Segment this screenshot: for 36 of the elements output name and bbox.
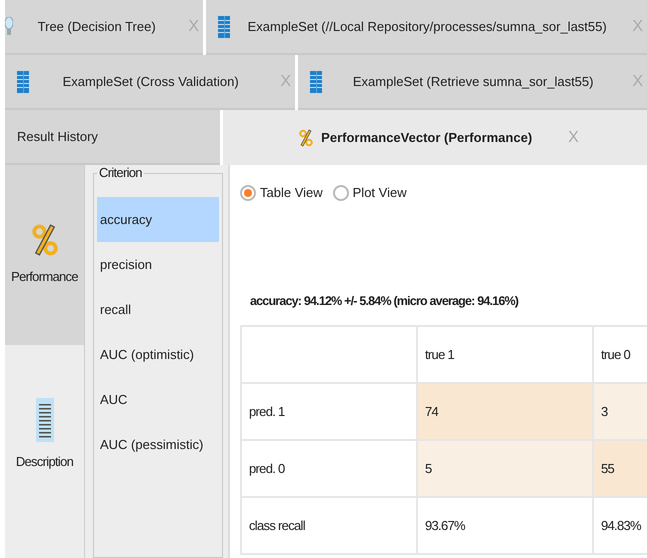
radio-icon[interactable] <box>332 184 349 201</box>
criterion-item[interactable]: precision <box>97 242 219 287</box>
document-icon <box>36 398 54 442</box>
table-cell: 93.67% <box>417 497 593 554</box>
view-radio[interactable]: Plot View <box>332 183 407 202</box>
accuracy-summary: accuracy: 94.12% +/- 5.84% (micro average: 94.16%) <box>250 293 520 310</box>
radio-icon[interactable] <box>240 184 256 201</box>
table-icon <box>17 70 29 92</box>
view-tab[interactable]: Description <box>5 345 84 525</box>
table-icon <box>218 16 230 38</box>
tab-label: ExampleSet (//Local Repository/processes/sumna_sor_last55) <box>246 18 608 36</box>
table-cell: 55 <box>593 440 647 497</box>
table-cell: 3 <box>593 383 647 440</box>
tab-label: Result History <box>17 128 98 146</box>
percent-icon <box>299 128 314 146</box>
view-tab[interactable]: Performance <box>5 165 84 345</box>
tab-label: Tree (Decision Tree) <box>36 18 157 36</box>
criterion-item[interactable]: accuracy <box>97 197 219 242</box>
criterion-item[interactable]: AUC (optimistic) <box>97 332 219 377</box>
table-cell: 5 <box>417 440 593 497</box>
percent-icon <box>32 223 58 258</box>
tab-label: PerformanceVector (Performance) <box>321 128 532 147</box>
row-header: class recall <box>241 497 417 554</box>
criterion-item[interactable]: AUC <box>97 377 219 422</box>
criterion-item[interactable]: AUC (pessimistic) <box>97 422 219 467</box>
tab-label: ExampleSet (Retrieve sumna_sor_last55) <box>352 72 594 91</box>
tab-label: ExampleSet (Cross Validation) <box>62 72 240 91</box>
lightbulb-icon <box>5 16 13 36</box>
table-cell: 74 <box>417 383 593 440</box>
view-radio[interactable]: Table View <box>240 183 323 202</box>
criterion-item[interactable]: recall <box>97 287 219 332</box>
table-icon <box>310 70 322 92</box>
tab[interactable]: PerformanceVector (Performance) X <box>223 110 647 165</box>
row-header: pred. 0 <box>241 440 417 497</box>
tab[interactable]: Result History <box>5 110 220 165</box>
row-header: pred. 1 <box>241 383 417 440</box>
